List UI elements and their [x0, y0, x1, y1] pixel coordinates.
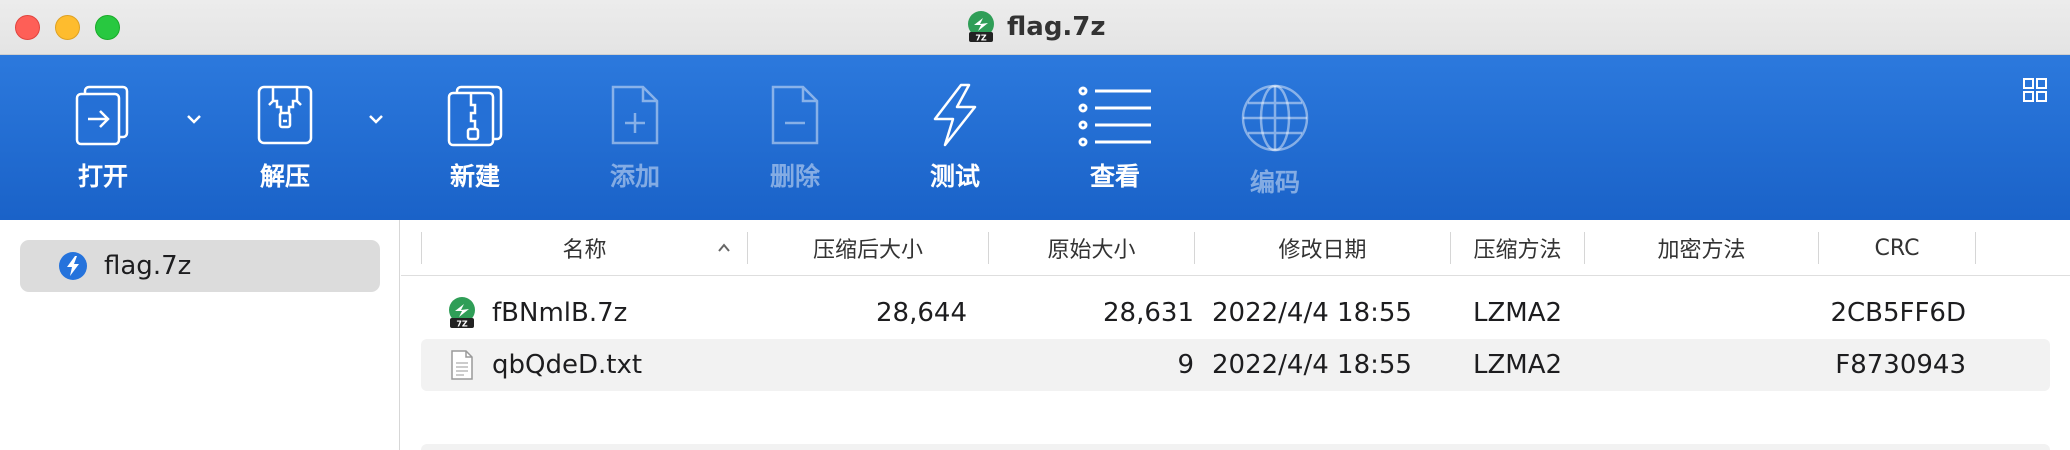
delete-button-label: 删除 — [769, 162, 820, 191]
new-archive-button[interactable]: 新建 — [405, 83, 545, 213]
extract-button[interactable]: 解压 — [215, 83, 355, 213]
extract-button-label: 解压 — [259, 162, 310, 191]
delete-file-icon — [771, 85, 819, 145]
original-size: 28,631 — [1103, 298, 1194, 328]
column-header-label: 压缩方法 — [1473, 238, 1562, 263]
close-window-button[interactable] — [15, 15, 40, 40]
modified-date: 2022/4/4 18:55 — [1212, 298, 1412, 328]
modified-date: 2022/4/4 18:55 — [1212, 350, 1412, 380]
column-header-label: 名称 — [562, 238, 607, 263]
column-header-method[interactable]: 压缩方法 — [1451, 220, 1584, 276]
view-button[interactable]: 查看 — [1045, 83, 1185, 213]
new-archive-button-label: 新建 — [449, 162, 500, 191]
compressed-size — [747, 339, 967, 391]
new-archive-icon — [447, 85, 503, 147]
7z-archive-icon: 7Z — [968, 11, 994, 43]
view-button-label: 查看 — [1089, 162, 1140, 191]
table-header: 名称 压缩后大小 原始大小 修改日期 压缩方法 加密方法 CRC — [401, 220, 2070, 276]
table-row[interactable]: qbQdeD.txt 9 2022/4/4 18:55 LZMA2 F87309… — [421, 339, 2050, 391]
text-file-icon — [451, 350, 473, 380]
window-title-text: flag.7z — [1007, 12, 1106, 42]
table-row[interactable]: 7Z fBNmlB.7z 28,644 28,631 2022/4/4 18:5… — [421, 287, 2050, 339]
crc-value: 2CB5FF6D — [1830, 298, 1966, 328]
sort-ascending-icon — [718, 243, 730, 252]
column-separator — [1975, 232, 1976, 264]
toolbar: 打开 解压 新建 添加 删除 测试 查看 编码 — [0, 55, 2070, 220]
compressed-size: 28,644 — [876, 298, 967, 328]
7z-archive-icon: 7Z — [449, 297, 475, 329]
compression-method: LZMA2 — [1472, 298, 1563, 328]
test-button[interactable]: 测试 — [885, 83, 1025, 213]
column-header-label: CRC — [1874, 235, 1920, 261]
test-button-label: 测试 — [929, 162, 980, 191]
lightning-icon — [933, 83, 977, 147]
encoding-button-label: 编码 — [1249, 168, 1300, 197]
window-title: 7Z flag.7z — [965, 10, 1106, 44]
open-button-label: 打开 — [77, 162, 128, 191]
empty-row — [421, 444, 2050, 450]
column-header-label: 原始大小 — [1047, 238, 1136, 263]
file-list: 名称 压缩后大小 原始大小 修改日期 压缩方法 加密方法 CRC 7Z fBNm… — [401, 220, 2070, 450]
add-button[interactable]: 添加 — [565, 83, 705, 213]
open-chevron-down-icon[interactable] — [180, 105, 208, 133]
sidebar: flag.7z — [0, 220, 400, 450]
grid-view-icon[interactable] — [2022, 77, 2048, 103]
crc-value: F8730943 — [1835, 350, 1966, 380]
encoding-button[interactable]: 编码 — [1205, 83, 1345, 213]
file-name: fBNmlB.7z — [492, 298, 628, 328]
extract-chevron-down-icon[interactable] — [362, 105, 390, 133]
svg-text:7Z: 7Z — [456, 320, 468, 329]
list-view-icon — [1078, 86, 1151, 147]
add-button-label: 添加 — [609, 162, 660, 191]
file-name-cell: 7Z fBNmlB.7z — [446, 287, 627, 339]
open-button[interactable]: 打开 — [33, 83, 173, 213]
column-header-modified-date[interactable]: 修改日期 — [1195, 220, 1450, 276]
archive-icon — [59, 252, 87, 280]
encryption-method — [1584, 287, 1817, 339]
extract-icon — [257, 85, 313, 145]
add-file-icon — [611, 85, 659, 145]
encryption-method — [1584, 339, 1817, 391]
title-bar: 7Z flag.7z — [0, 0, 2070, 55]
column-header-label: 修改日期 — [1278, 238, 1367, 263]
sidebar-item-label: flag.7z — [104, 251, 192, 281]
column-header-label: 加密方法 — [1657, 238, 1746, 263]
column-header-original-size[interactable]: 原始大小 — [989, 220, 1194, 276]
zoom-window-button[interactable] — [95, 15, 120, 40]
column-header-name[interactable]: 名称 — [422, 220, 747, 276]
open-icon — [75, 85, 129, 146]
globe-icon — [1241, 84, 1309, 152]
original-size: 9 — [1177, 350, 1194, 380]
column-header-compressed-size[interactable]: 压缩后大小 — [748, 220, 988, 276]
delete-button[interactable]: 删除 — [725, 83, 865, 213]
minimize-window-button[interactable] — [55, 15, 80, 40]
column-header-label: 压缩后大小 — [812, 238, 923, 263]
file-name-cell: qbQdeD.txt — [446, 339, 642, 391]
compression-method: LZMA2 — [1472, 350, 1563, 380]
column-header-crc[interactable]: CRC — [1819, 220, 1975, 276]
file-name: qbQdeD.txt — [492, 350, 643, 380]
sidebar-item-flag-archive[interactable]: flag.7z — [20, 240, 380, 292]
column-header-encryption[interactable]: 加密方法 — [1585, 220, 1818, 276]
svg-text:7Z: 7Z — [975, 34, 987, 43]
